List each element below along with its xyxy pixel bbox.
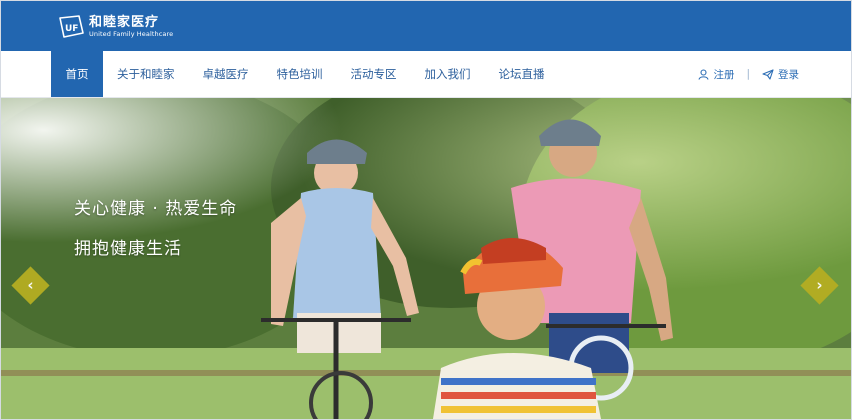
register-label: 注册 bbox=[713, 68, 735, 81]
logo-name-cn: 和睦家医疗 bbox=[89, 15, 160, 31]
user-icon bbox=[698, 68, 709, 80]
hero-slogan-primary: 关心健康 · 热爱生命 bbox=[74, 199, 238, 219]
page-frame: UF 和睦家医疗 United Family Healthcare 首页 关于和… bbox=[0, 0, 852, 420]
svg-text:UF: UF bbox=[65, 24, 78, 34]
register-link[interactable]: 注册 bbox=[698, 67, 734, 82]
nav-item-training[interactable]: 特色培训 bbox=[263, 51, 337, 97]
nav-item-excellence[interactable]: 卓越医疗 bbox=[189, 51, 263, 97]
chevron-right-icon: › bbox=[816, 276, 823, 294]
main-navigation: 首页 关于和睦家 卓越医疗 特色培训 活动专区 加入我们 论坛直播 注册 | 登… bbox=[1, 51, 851, 98]
auth-links: 注册 | 登录 bbox=[698, 51, 799, 97]
hero-banner: 关心健康 · 热爱生命 拥抱健康生活 ‹ › bbox=[1, 98, 851, 419]
nav-item-about[interactable]: 关于和睦家 bbox=[103, 51, 189, 97]
chevron-left-icon: ‹ bbox=[27, 276, 34, 294]
paper-plane-icon bbox=[762, 68, 774, 80]
nav-item-join[interactable]: 加入我们 bbox=[411, 51, 485, 97]
carousel-prev-button[interactable]: ‹ bbox=[11, 266, 50, 305]
nav-item-events[interactable]: 活动专区 bbox=[337, 51, 411, 97]
top-header: UF 和睦家医疗 United Family Healthcare bbox=[1, 1, 851, 51]
carousel-next-button[interactable]: › bbox=[800, 266, 839, 305]
nav-item-forum-live[interactable]: 论坛直播 bbox=[485, 51, 559, 97]
logo-mark-icon: UF bbox=[59, 15, 84, 38]
hero-slogan-secondary: 拥抱健康生活 bbox=[74, 239, 182, 259]
logo-name-en: United Family Healthcare bbox=[89, 30, 174, 39]
nav-item-home[interactable]: 首页 bbox=[51, 51, 103, 97]
login-label: 登录 bbox=[778, 68, 799, 81]
login-link[interactable]: 登录 bbox=[762, 67, 799, 82]
auth-separator: | bbox=[746, 68, 750, 80]
logo[interactable]: UF 和睦家医疗 United Family Healthcare bbox=[57, 12, 173, 42]
nav-menu: 首页 关于和睦家 卓越医疗 特色培训 活动专区 加入我们 论坛直播 bbox=[51, 51, 559, 97]
